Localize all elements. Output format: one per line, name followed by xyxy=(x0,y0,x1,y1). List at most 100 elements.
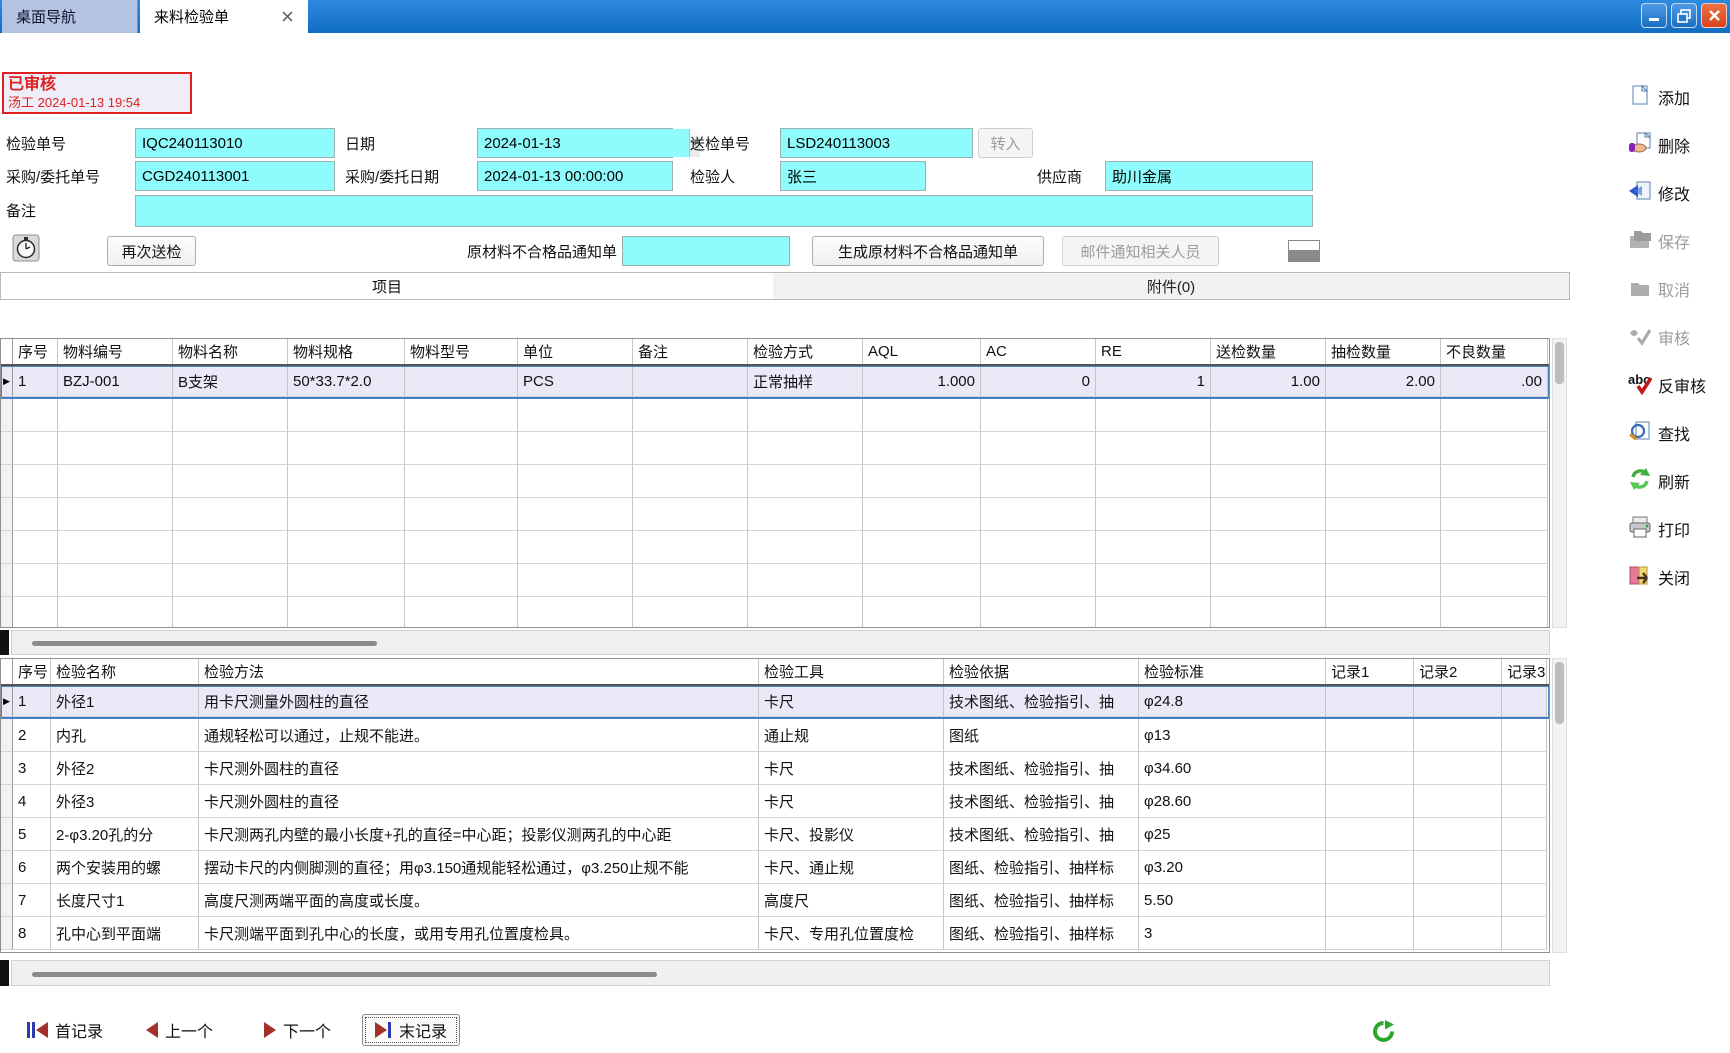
toolbar-refresh-button[interactable]: 刷新 xyxy=(1628,466,1690,496)
column-header[interactable]: 记录2 xyxy=(1414,659,1502,684)
tab-desktop-navigation[interactable]: 桌面导航 xyxy=(2,0,138,33)
column-header[interactable]: 检验名称 xyxy=(51,659,199,684)
toolbar-find-button[interactable]: 查找 xyxy=(1628,418,1690,448)
items-vertical-scrollbar[interactable] xyxy=(1552,338,1567,628)
column-header[interactable]: 记录1 xyxy=(1326,659,1414,684)
toolbar-label: 取消 xyxy=(1658,277,1690,301)
column-header[interactable]: 检验方法 xyxy=(199,659,759,684)
remark-field[interactable] xyxy=(135,195,1313,227)
tab-items[interactable]: 项目 xyxy=(1,273,774,299)
first-record-button[interactable]: 首记录 xyxy=(20,1014,109,1046)
items-scroll-splitter[interactable] xyxy=(0,630,9,655)
restore-button[interactable] xyxy=(1671,3,1697,28)
inspection-no-field[interactable] xyxy=(135,128,335,158)
table-row[interactable]: 4外径3卡尺测外圆柱的直径卡尺技术图纸、检验指引、抽φ28.60 xyxy=(1,785,1549,818)
cell: 外径2 xyxy=(51,752,199,785)
column-header[interactable]: 物料规格 xyxy=(288,339,405,364)
close-button[interactable] xyxy=(1701,3,1727,28)
empty-row[interactable] xyxy=(1,465,1549,498)
tab-attachments[interactable]: 附件(0) xyxy=(773,273,1569,299)
column-header[interactable]: 物料名称 xyxy=(173,339,288,364)
minimize-button[interactable] xyxy=(1641,3,1667,28)
cell xyxy=(13,597,58,628)
toolbar-modify-button[interactable]: 修改 xyxy=(1628,178,1690,208)
column-header[interactable]: 检验工具 xyxy=(759,659,944,684)
column-header[interactable]: 序号 xyxy=(13,339,58,364)
column-header[interactable]: 不良数量 xyxy=(1441,339,1548,364)
checks-scroll-splitter[interactable] xyxy=(0,960,9,986)
table-row[interactable]: 52-φ3.20孔的分卡尺测两孔内壁的最小长度+孔的直径=中心距；投影仪测两孔的… xyxy=(1,818,1549,851)
cell: 长度尺寸1 xyxy=(51,884,199,917)
table-row[interactable]: ▶1外径1用卡尺测量外圆柱的直径卡尺技术图纸、检验指引、抽φ24.8 xyxy=(1,686,1549,719)
resubmit-button[interactable]: 再次送检 xyxy=(107,236,196,266)
cell xyxy=(58,432,173,465)
empty-row[interactable] xyxy=(1,597,1549,628)
generate-notice-button[interactable]: 生成原材料不合格品通知单 xyxy=(812,236,1044,266)
email-notify-button[interactable]: 邮件通知相关人员 xyxy=(1062,236,1219,266)
transfer-button[interactable]: 转入 xyxy=(978,128,1033,158)
toolbar-print-button[interactable]: 打印 xyxy=(1628,514,1690,544)
table-row[interactable]: 8孔中心到平面端卡尺测端平面到孔中心的长度，或用专用孔位置度检具。卡尺、专用孔位… xyxy=(1,917,1549,950)
empty-row[interactable] xyxy=(1,531,1549,564)
column-header[interactable]: 抽检数量 xyxy=(1326,339,1441,364)
cell: 2 xyxy=(13,719,51,752)
column-header[interactable]: 记录3 xyxy=(1502,659,1547,684)
empty-row[interactable] xyxy=(1,564,1549,597)
send-no-field[interactable] xyxy=(780,128,973,158)
column-header[interactable]: 序号 xyxy=(13,659,51,684)
purchase-no-field[interactable] xyxy=(135,161,335,191)
cell: 外径3 xyxy=(51,785,199,818)
column-header[interactable]: AC xyxy=(981,339,1096,364)
inspector-field[interactable] xyxy=(780,161,926,191)
cell: 卡尺、通止规 xyxy=(759,851,944,884)
cancel-icon xyxy=(1628,275,1652,304)
nonconforming-notice-field[interactable] xyxy=(622,236,790,266)
checks-vertical-scrollbar[interactable] xyxy=(1552,658,1567,953)
empty-row[interactable] xyxy=(1,432,1549,465)
empty-row[interactable] xyxy=(1,498,1549,531)
table-row[interactable]: 2内孔通规轻松可以通过，止规不能进。通止规图纸φ13 xyxy=(1,719,1549,752)
cell xyxy=(981,564,1096,597)
table-row[interactable]: 3外径2卡尺测外圆柱的直径卡尺技术图纸、检验指引、抽φ34.60 xyxy=(1,752,1549,785)
audit-stamp: 已审核 汤工 2024-01-13 19:54 xyxy=(2,72,192,114)
table-row[interactable]: 6两个安装用的螺摆动卡尺的内侧脚测的直径；用φ3.150通规能轻松通过，φ3.2… xyxy=(1,851,1549,884)
column-header[interactable]: AQL xyxy=(863,339,981,364)
next-record-button[interactable]: 下一个 xyxy=(258,1014,337,1046)
tab-close-icon[interactable] xyxy=(281,10,294,23)
cell xyxy=(13,432,58,465)
toolbar-add-button[interactable]: 添加 xyxy=(1628,82,1690,112)
toolbar-save-button[interactable]: 保存 xyxy=(1628,226,1690,256)
cell: φ28.60 xyxy=(1139,785,1326,818)
tab-incoming-inspection[interactable]: 来料检验单 xyxy=(140,0,308,33)
previous-record-button[interactable]: 上一个 xyxy=(140,1014,219,1046)
column-header[interactable]: RE xyxy=(1096,339,1211,364)
table-row[interactable]: ▶1BZJ-001B支架50*33.7*2.0PCS正常抽样1.000011.0… xyxy=(1,366,1549,399)
toolbar-audit-button[interactable]: 审核 xyxy=(1628,322,1690,352)
last-record-button[interactable]: 末记录 xyxy=(362,1014,460,1046)
checks-horizontal-scrollbar[interactable] xyxy=(11,960,1550,986)
toolbar-close-button[interactable]: 关闭 xyxy=(1628,562,1690,592)
column-header[interactable]: 物料型号 xyxy=(405,339,518,364)
table-row[interactable]: 7长度尺寸1高度尺测两端平面的高度或长度。高度尺图纸、检验指引、抽样标5.50 xyxy=(1,884,1549,917)
toolbar-unaudit-button[interactable]: abc反审核 xyxy=(1628,370,1706,400)
date-field[interactable] xyxy=(478,129,689,157)
supplier-field[interactable] xyxy=(1105,161,1313,191)
column-header[interactable]: 检验依据 xyxy=(944,659,1139,684)
column-header[interactable]: 物料编号 xyxy=(58,339,173,364)
fill-color-icon[interactable] xyxy=(1288,240,1320,262)
column-header[interactable]: 检验方式 xyxy=(748,339,863,364)
column-header[interactable]: 单位 xyxy=(518,339,633,364)
column-header[interactable]: 检验标准 xyxy=(1139,659,1326,684)
stopwatch-icon[interactable] xyxy=(12,234,40,266)
column-header[interactable]: 送检数量 xyxy=(1211,339,1326,364)
status-refresh-icon[interactable] xyxy=(1372,1020,1395,1047)
cell xyxy=(58,531,173,564)
column-header[interactable]: 备注 xyxy=(633,339,748,364)
toolbar-cancel-button[interactable]: 取消 xyxy=(1628,274,1690,304)
empty-row[interactable] xyxy=(1,399,1549,432)
cell xyxy=(1441,399,1548,432)
toolbar-delete-button[interactable]: 删除 xyxy=(1628,130,1690,160)
cell xyxy=(1096,498,1211,531)
purchase-date-field[interactable] xyxy=(477,161,673,191)
items-horizontal-scrollbar[interactable] xyxy=(11,630,1550,655)
